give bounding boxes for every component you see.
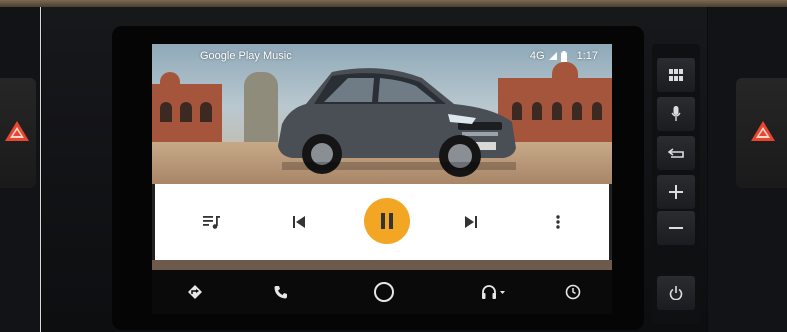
phone-icon: [274, 286, 287, 299]
left-hazard-pod: [0, 78, 36, 188]
palace-arch: [552, 102, 562, 120]
palace-arch: [592, 102, 602, 120]
right-hazard-pod: [736, 78, 787, 188]
mic-icon: [671, 106, 681, 121]
back-icon: [668, 148, 684, 158]
signal-icon: [548, 52, 557, 60]
queue-button[interactable]: [197, 207, 227, 237]
palace-dome: [160, 72, 180, 88]
nav-maps-button[interactable]: [180, 278, 210, 306]
nav-home-button[interactable]: [369, 278, 399, 306]
album-art-background: Google Play Music 4G 1:17: [152, 44, 612, 184]
apps-grid-icon: [669, 69, 683, 81]
status-indicators: 4G 1:17: [530, 50, 598, 62]
headphones-icon: [482, 285, 505, 299]
background-strip: [152, 260, 612, 270]
palace-arch: [180, 102, 192, 122]
nav-media-button[interactable]: [474, 278, 514, 306]
power-button[interactable]: [657, 276, 695, 310]
previous-button[interactable]: [284, 207, 314, 237]
clock: 1:17: [576, 50, 598, 62]
volume-down-button[interactable]: [657, 211, 695, 245]
battery-icon: [560, 50, 567, 62]
volume-up-button[interactable]: [657, 175, 695, 209]
status-bar: Google Play Music 4G 1:17: [152, 44, 612, 70]
apps-grid-button[interactable]: [657, 58, 695, 92]
palace-arch: [200, 102, 212, 122]
navigation-icon: [188, 285, 202, 299]
volume-up-icon: [669, 185, 683, 199]
back-button[interactable]: [657, 136, 695, 170]
palace-arch: [572, 102, 582, 120]
skip-next-icon: [465, 216, 477, 228]
pause-icon: [381, 213, 393, 229]
app-title: Google Play Music: [200, 50, 292, 62]
overflow-menu-button[interactable]: [543, 207, 573, 237]
palace-arch: [532, 102, 542, 120]
home-circle-icon: [374, 282, 394, 302]
hazard-icon[interactable]: [750, 120, 776, 142]
media-control-card: [155, 184, 609, 260]
car-image: [278, 68, 516, 177]
more-vert-icon: [556, 215, 560, 229]
queue-music-icon: [203, 216, 220, 229]
voice-button[interactable]: [657, 97, 695, 131]
android-auto-display: Google Play Music 4G 1:17: [152, 44, 612, 314]
nav-bar: [152, 270, 612, 314]
power-icon: [669, 286, 683, 300]
palace-arch: [160, 102, 172, 122]
volume-down-icon: [669, 227, 683, 229]
notifications-icon: [565, 284, 581, 300]
nav-notifications-button[interactable]: [558, 278, 588, 306]
play-pause-button[interactable]: [364, 198, 410, 244]
skip-previous-icon: [293, 216, 305, 228]
nav-phone-button[interactable]: [266, 278, 296, 306]
network-type: 4G: [529, 50, 545, 62]
dashboard-trim: [0, 0, 787, 7]
next-button[interactable]: [456, 207, 486, 237]
hazard-icon[interactable]: [4, 120, 30, 142]
